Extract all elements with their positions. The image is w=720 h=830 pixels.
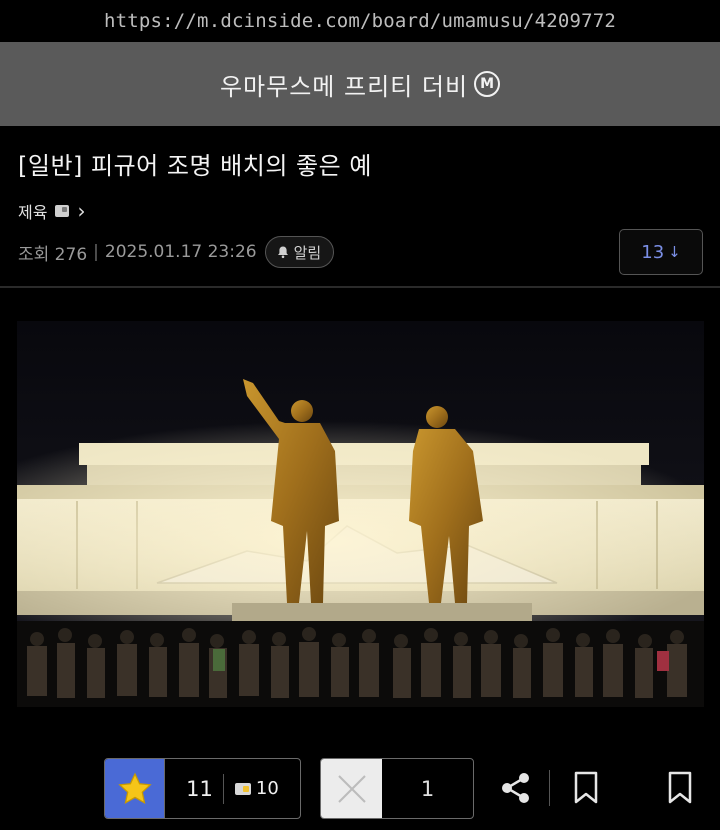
statue-photo <box>17 321 704 707</box>
author-row[interactable]: 제육 › <box>18 199 85 223</box>
post-image[interactable] <box>17 321 704 707</box>
recommend-count: 11 <box>186 776 213 801</box>
author-name[interactable]: 제육 <box>18 199 47 223</box>
comment-count-button[interactable]: 13 ↓ <box>619 229 703 275</box>
header-divider <box>0 286 720 288</box>
count-separator <box>222 773 224 804</box>
star-icon <box>117 771 152 804</box>
arrow-down-icon: ↓ <box>668 243 681 261</box>
fixed-nick-icon <box>234 782 251 795</box>
comment-count: 13 <box>641 241 665 263</box>
minor-gallery-badge-icon: M <box>474 71 501 97</box>
post-meta: 조회 276 | 2025.01.17 23:26 알림 <box>18 236 335 268</box>
bell-icon <box>277 246 288 259</box>
chevron-right-icon[interactable]: › <box>77 201 85 221</box>
downvote-count: 1 <box>420 776 435 801</box>
downvote-button[interactable]: 1 <box>320 758 474 819</box>
bookmark-button[interactable] <box>662 768 698 808</box>
close-x-icon <box>337 774 366 803</box>
scrap-button[interactable] <box>568 768 604 808</box>
meta-separator: | <box>93 242 99 262</box>
view-count: 조회 276 <box>18 244 88 265</box>
share-icon <box>502 773 529 803</box>
fixed-recommend: 10 <box>234 778 279 799</box>
alarm-label: 알림 <box>293 243 322 262</box>
x-cell[interactable] <box>321 759 382 818</box>
downvote-count-cell: 1 <box>382 759 473 818</box>
star-cell[interactable] <box>105 759 165 818</box>
share-button[interactable] <box>496 768 536 808</box>
bookmark-icon <box>574 771 598 804</box>
fixed-nick-icon <box>55 205 70 217</box>
recommend-button[interactable]: 11 10 <box>104 758 301 819</box>
recommend-count-cell: 11 10 <box>165 759 300 818</box>
url-text: https://m.dcinside.com/board/umamusu/420… <box>103 10 617 32</box>
post-datetime: 2025.01.17 23:26 <box>104 242 257 262</box>
address-bar[interactable]: https://m.dcinside.com/board/umamusu/420… <box>0 0 720 42</box>
fixed-recommend-count: 10 <box>255 778 279 799</box>
bookmark-icon <box>668 771 692 804</box>
gallery-title[interactable]: 우마무스메 프리티 더비 <box>220 67 468 102</box>
post-title: [일반] 피규어 조명 배치의 좋은 예 <box>18 152 372 180</box>
alarm-button[interactable]: 알림 <box>264 236 335 268</box>
action-separator <box>549 770 550 806</box>
gallery-header[interactable]: 우마무스메 프리티 더비 M <box>0 42 720 126</box>
